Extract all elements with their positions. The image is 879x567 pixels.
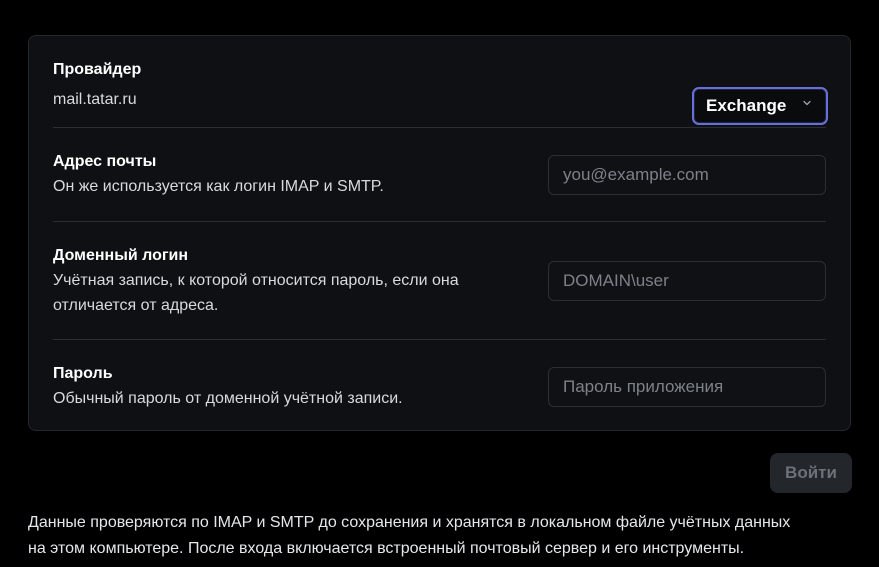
provider-select[interactable]: Exchange <box>692 87 828 125</box>
divider <box>53 221 826 222</box>
provider-row: Провайдер mail.tatar.ru Exchange <box>53 60 828 130</box>
login-button[interactable]: Войти <box>770 453 852 493</box>
email-row: Адрес почты Он же используется как логин… <box>53 152 826 232</box>
password-input[interactable] <box>548 367 826 407</box>
divider <box>53 339 826 340</box>
footer-line-2: на этом компьютере. После входа включает… <box>28 540 745 557</box>
chevron-down-icon <box>803 100 811 106</box>
account-settings-card: Провайдер mail.tatar.ru Exchange Адрес п… <box>28 35 851 431</box>
email-input[interactable] <box>548 155 826 195</box>
divider <box>53 127 826 128</box>
provider-select-value: Exchange <box>706 96 787 115</box>
provider-title: Провайдер <box>53 61 142 78</box>
domain-login-row: Доменный логин Учётная запись, к которой… <box>53 246 826 346</box>
footer-note: Данные проверяются по IMAP и SMTP до сох… <box>28 510 868 562</box>
domain-login-input[interactable] <box>548 261 826 301</box>
password-row: Пароль Обычный пароль от доменной учётно… <box>53 364 826 424</box>
footer-line-1: Данные проверяются по IMAP и SMTP до сох… <box>28 514 791 531</box>
